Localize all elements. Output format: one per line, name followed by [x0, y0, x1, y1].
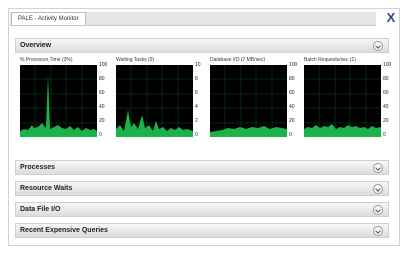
tab-activity-monitor[interactable]: PALE - Activity Monitor — [11, 12, 86, 25]
recent-expensive-queries-label: Recent Expensive Queries — [20, 227, 108, 234]
expand-toggle-icon[interactable] — [373, 184, 383, 194]
expand-toggle-icon[interactable] — [373, 226, 383, 236]
axis-label: 6 — [195, 90, 198, 96]
axis-label: 60 — [99, 90, 105, 96]
processes-section-header[interactable]: Processes — [15, 160, 389, 175]
axis-label: 100 — [383, 62, 392, 68]
expand-toggle-icon[interactable] — [373, 163, 383, 173]
overview-label: Overview — [20, 42, 52, 49]
waiting-tasks-graph — [116, 65, 193, 137]
close-icon[interactable]: X — [385, 11, 397, 25]
axis-label: 0 — [289, 132, 292, 138]
axis-label: 8 — [195, 76, 198, 82]
processor-time-graph — [20, 65, 97, 137]
axis-label: 20 — [383, 118, 389, 124]
axis-label: 80 — [99, 76, 105, 82]
collapse-toggle-icon[interactable] — [373, 41, 383, 51]
graph-label-batch-requests: Batch Requests/sec (1) — [304, 57, 356, 63]
axis-label: 60 — [289, 90, 295, 96]
axis-label: 40 — [383, 104, 389, 110]
recent-expensive-queries-section-header[interactable]: Recent Expensive Queries — [15, 223, 389, 238]
database-io-graph — [210, 65, 287, 137]
axis-label: 20 — [289, 118, 295, 124]
processes-label: Processes — [20, 164, 56, 171]
axis-label: 40 — [289, 104, 295, 110]
axis-label: 60 — [383, 90, 389, 96]
graph-label-processor: % Processor Time (3%) — [20, 57, 73, 63]
axis-label: 4 — [195, 104, 198, 110]
expand-toggle-icon[interactable] — [373, 205, 383, 215]
axis-label: 100 — [99, 62, 108, 68]
graph-label-waiting-tasks: Waiting Tasks (0) — [116, 57, 155, 63]
axis-label: 10 — [195, 62, 201, 68]
axis-label: 80 — [289, 76, 295, 82]
data-file-io-label: Data File I/O — [20, 206, 61, 213]
axis-label: 20 — [99, 118, 105, 124]
axis-label: 100 — [289, 62, 298, 68]
axis-label: 80 — [383, 76, 389, 82]
axis-label: 40 — [99, 104, 105, 110]
batch-requests-graph — [304, 65, 381, 137]
resource-waits-section-header[interactable]: Resource Waits — [15, 181, 389, 196]
overview-section-header[interactable]: Overview — [15, 38, 389, 53]
axis-label: 0 — [195, 132, 198, 138]
axis-label: 0 — [99, 132, 102, 138]
resource-waits-label: Resource Waits — [20, 185, 73, 192]
axis-label: 2 — [195, 118, 198, 124]
axis-label: 0 — [383, 132, 386, 138]
data-file-io-section-header[interactable]: Data File I/O — [15, 202, 389, 217]
graph-label-database-io: Database I/O (7 MB/sec) — [210, 57, 266, 63]
